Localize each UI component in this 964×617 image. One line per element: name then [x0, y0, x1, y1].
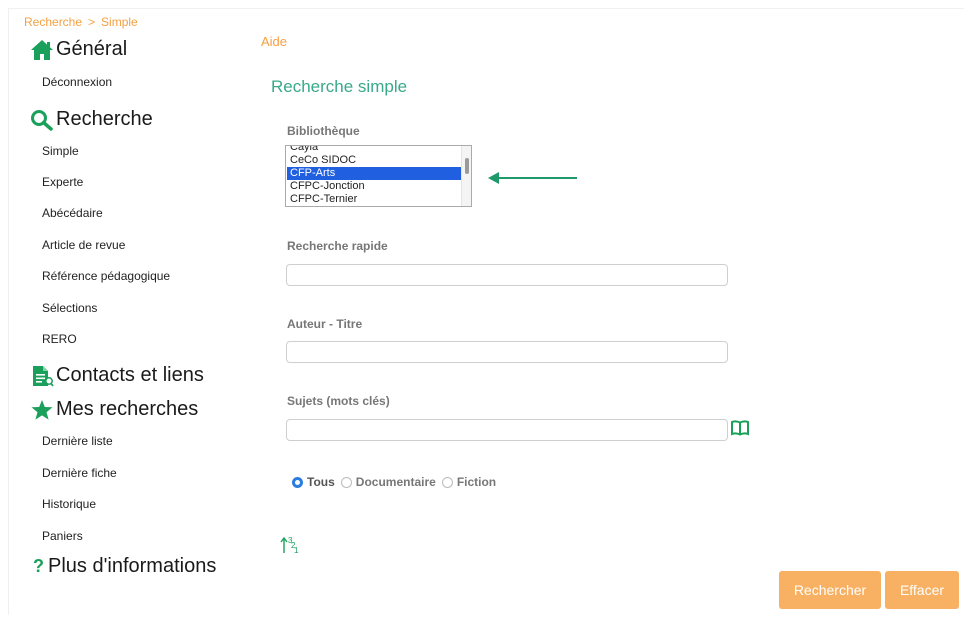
- type-filter-radio-group: Tous Documentaire Fiction: [292, 475, 502, 489]
- svg-text:1: 1: [294, 546, 299, 555]
- sidebar-item-simple[interactable]: Simple: [42, 144, 79, 158]
- search-icon: [31, 109, 53, 131]
- nav-section-label: Recherche: [56, 108, 153, 130]
- nav-section-contacts[interactable]: Contacts et liens: [30, 364, 204, 387]
- radio-label: Documentaire: [355, 475, 436, 489]
- radio-dot[interactable]: [340, 476, 352, 488]
- nav-section-mes-recherches[interactable]: Mes recherches: [30, 398, 198, 421]
- sidebar-item-derniere-fiche[interactable]: Dernière fiche: [42, 466, 117, 480]
- sidebar-item-reference-pedagogique[interactable]: Référence pédagogique: [42, 269, 170, 283]
- listbox-option[interactable]: CFPC-Jonction: [290, 180, 365, 193]
- sidebar-item-rero[interactable]: RERO: [42, 332, 77, 346]
- listbox-option[interactable]: CFPC-Ternier: [290, 193, 357, 206]
- listbox-option-selected[interactable]: CFP-Arts: [287, 167, 466, 180]
- sidebar-item-experte[interactable]: Experte: [42, 175, 83, 189]
- page-frame: [8, 8, 964, 615]
- breadcrumb-separator: >: [88, 15, 96, 29]
- bibliotheque-listbox[interactable]: Cayla CeCo SIDOC CFP-Arts CFPC-Jonction …: [285, 145, 472, 207]
- radio-documentaire[interactable]: Documentaire: [340, 475, 436, 489]
- effacer-button[interactable]: Effacer: [885, 571, 959, 609]
- radio-tous[interactable]: Tous: [292, 475, 335, 489]
- bibliotheque-label: Bibliothèque: [287, 124, 360, 138]
- help-link[interactable]: Aide: [261, 34, 287, 49]
- sidebar-item-abecedaire[interactable]: Abécédaire: [42, 206, 103, 220]
- nav-section-plus-informations[interactable]: ? Plus d'informations: [33, 555, 216, 578]
- auteur-titre-label: Auteur - Titre: [287, 317, 363, 331]
- sidebar-item-selections[interactable]: Sélections: [42, 301, 97, 315]
- sidebar-item-deconnexion[interactable]: Déconnexion: [42, 75, 112, 89]
- breadcrumb-recherche[interactable]: Recherche: [24, 15, 82, 29]
- nav-section-label: Général: [56, 38, 128, 60]
- sujets-label: Sujets (mots clés): [287, 394, 390, 408]
- auteur-titre-input[interactable]: [286, 341, 728, 363]
- rechercher-button[interactable]: Rechercher: [779, 571, 881, 609]
- sidebar-item-derniere-liste[interactable]: Dernière liste: [42, 434, 113, 448]
- nav-section-label: Plus d'informations: [48, 555, 217, 577]
- home-icon: [31, 39, 53, 60]
- radio-label: Fiction: [456, 475, 497, 489]
- scrollbar-thumb[interactable]: [465, 158, 469, 174]
- breadcrumb-simple[interactable]: Simple: [101, 15, 138, 29]
- radio-fiction[interactable]: Fiction: [441, 475, 497, 489]
- recherche-rapide-label: Recherche rapide: [287, 239, 388, 253]
- star-icon: [31, 399, 53, 420]
- book-icon[interactable]: [731, 420, 749, 436]
- nav-section-label: Contacts et liens: [56, 364, 204, 386]
- radio-label: Tous: [307, 475, 335, 489]
- sidebar-item-paniers[interactable]: Paniers: [42, 529, 83, 543]
- radio-dot[interactable]: [441, 476, 453, 488]
- sidebar-item-article-revue[interactable]: Article de revue: [42, 238, 125, 252]
- nav-section-recherche[interactable]: Recherche: [30, 108, 153, 131]
- nav-section-general[interactable]: Général: [30, 38, 127, 61]
- sujets-input[interactable]: [286, 419, 728, 441]
- listbox-scrollbar[interactable]: [461, 146, 471, 206]
- page-title: Recherche simple: [271, 77, 408, 96]
- arrow-left-icon: [488, 172, 577, 184]
- recherche-rapide-input[interactable]: [286, 264, 728, 286]
- radio-dot[interactable]: [292, 476, 303, 488]
- sort-icon[interactable]: 3 2 1: [280, 533, 302, 557]
- nav-section-label: Mes recherches: [56, 398, 199, 420]
- breadcrumb: Recherche > Simple: [24, 15, 138, 29]
- listbox-option[interactable]: Cayla: [290, 146, 318, 154]
- listbox-option[interactable]: CeCo SIDOC: [290, 154, 356, 167]
- question-icon: ?: [33, 556, 44, 576]
- sidebar-item-historique[interactable]: Historique: [42, 497, 96, 511]
- document-list-icon: [33, 365, 54, 387]
